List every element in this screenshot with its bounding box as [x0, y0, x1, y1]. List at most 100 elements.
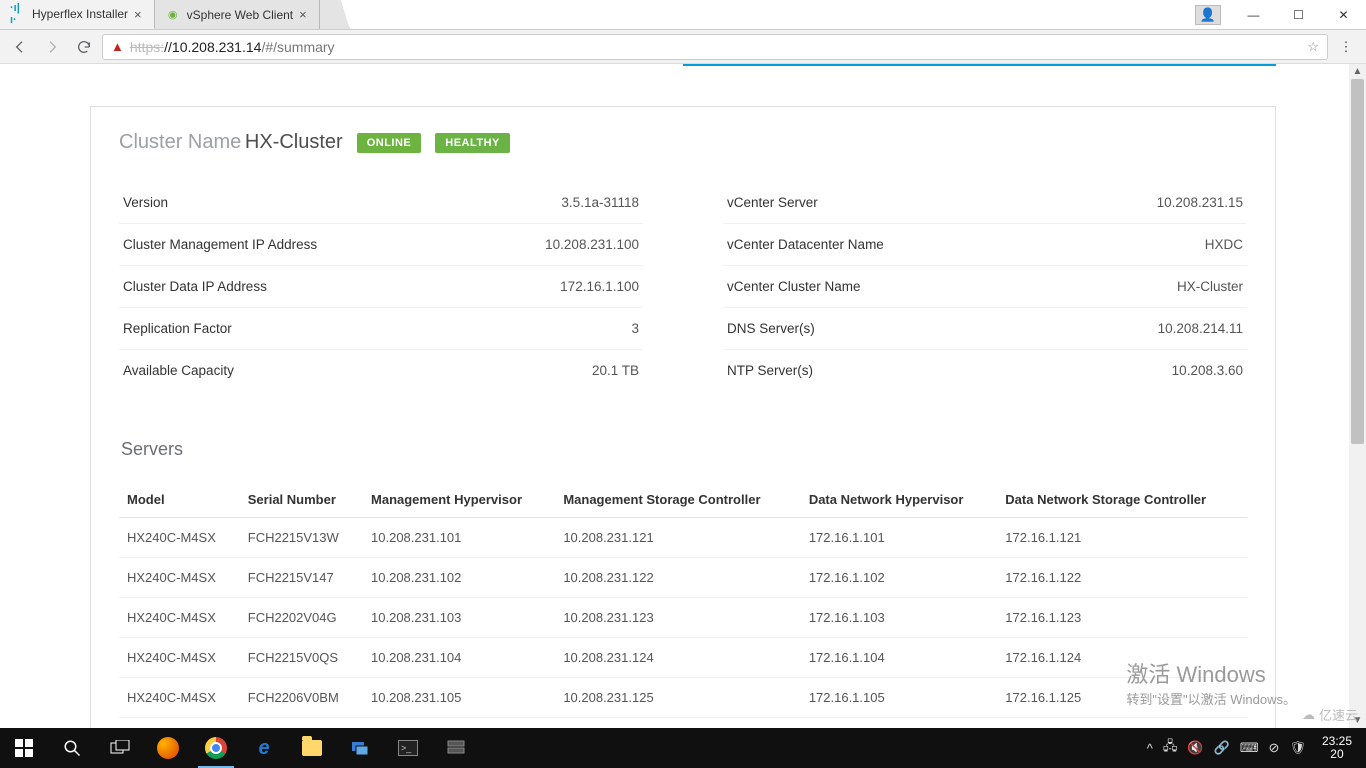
- taskbar-firefox[interactable]: [144, 728, 192, 768]
- cell: 10.208.231.104: [363, 638, 555, 678]
- cell: 172.16.1.102: [801, 558, 997, 598]
- taskbar-app-1[interactable]: [336, 728, 384, 768]
- cell: 10.208.231.102: [363, 558, 555, 598]
- link-icon[interactable]: 🔗: [1214, 740, 1230, 756]
- cisco-icon: ·ı|ı·: [10, 6, 26, 22]
- shield-icon[interactable]: 🛡: [1289, 740, 1306, 756]
- cell: 172.16.1.103: [801, 598, 997, 638]
- summary-key: NTP Server(s): [727, 363, 813, 378]
- cell: FCH2215V0QS: [240, 638, 363, 678]
- cell: 172.16.1.105: [801, 678, 997, 718]
- taskbar-cmd[interactable]: >_: [384, 728, 432, 768]
- column-header: Management Hypervisor: [363, 482, 555, 518]
- taskbar-ie[interactable]: e: [240, 728, 288, 768]
- close-icon[interactable]: ×: [299, 7, 307, 22]
- firefox-icon: [157, 737, 179, 759]
- summary-key: Version: [123, 195, 168, 210]
- bookmark-icon[interactable]: ☆: [1307, 39, 1319, 55]
- taskview-button[interactable]: [96, 728, 144, 768]
- browser-tab-strip: ·ı|ı· Hyperflex Installer × ◉ vSphere We…: [0, 0, 1366, 30]
- cell: HX240C-M4SX: [119, 678, 240, 718]
- block-icon[interactable]: ⊘: [1269, 740, 1280, 756]
- cell: 10.208.231.101: [363, 518, 555, 558]
- table-header-row: ModelSerial NumberManagement HypervisorM…: [119, 482, 1247, 518]
- system-tray[interactable]: ^ 🖧 🔇 🔗 ⌨ ⊘ 🛡 23:25 20: [1139, 735, 1366, 761]
- cell: HX240C-M4SX: [119, 558, 240, 598]
- url-input[interactable]: ▲ https://10.208.231.14/#/summary ☆: [102, 34, 1328, 60]
- tab-title: Hyperflex Installer: [32, 7, 128, 21]
- table-row: HX240C-M4SXFCH2202V04G10.208.231.10310.2…: [119, 598, 1247, 638]
- summary-key: vCenter Datacenter Name: [727, 237, 884, 252]
- summary-key: Cluster Data IP Address: [123, 279, 267, 294]
- column-header: Data Network Storage Controller: [997, 482, 1247, 518]
- volume-mute-icon[interactable]: 🔇: [1187, 740, 1203, 756]
- summary-row: Cluster Management IP Address 10.208.231.…: [119, 224, 643, 266]
- url-text: https://10.208.231.14/#/summary: [130, 39, 335, 55]
- close-icon[interactable]: ×: [134, 7, 142, 22]
- maximize-button[interactable]: ☐: [1276, 8, 1321, 22]
- arrow-left-icon: [12, 39, 28, 55]
- summary-row: vCenter Datacenter Name HXDC: [723, 224, 1247, 266]
- cell: 10.208.231.103: [363, 598, 555, 638]
- cell: HX240C-M4SX: [119, 518, 240, 558]
- tab-vsphere[interactable]: ◉ vSphere Web Client ×: [155, 0, 320, 29]
- reload-button[interactable]: [70, 33, 98, 61]
- scroll-up-icon[interactable]: ▲: [1349, 64, 1366, 79]
- menu-button[interactable]: ⋮: [1332, 33, 1360, 61]
- forward-button[interactable]: [38, 33, 66, 61]
- summary-value: HXDC: [1205, 237, 1243, 252]
- search-button[interactable]: [48, 728, 96, 768]
- window-controls: — ☐ ✕: [1231, 0, 1366, 29]
- folder-icon: [302, 740, 322, 756]
- chevron-up-icon[interactable]: ^: [1147, 741, 1153, 756]
- warning-icon: ▲: [111, 39, 124, 54]
- vsphere-icon: ◉: [165, 7, 181, 23]
- cell: HX240C-M4SX: [119, 598, 240, 638]
- health-badge: HEALTHY: [435, 133, 510, 153]
- keyboard-icon[interactable]: ⌨: [1240, 740, 1259, 756]
- taskview-icon: [110, 740, 130, 756]
- new-tab-button[interactable]: [320, 0, 350, 29]
- cloud-icon: ☁: [1302, 707, 1315, 723]
- reload-icon: [76, 39, 92, 55]
- summary-column-left: Version3.5.1a-31118Cluster Management IP…: [119, 182, 643, 391]
- back-button[interactable]: [6, 33, 34, 61]
- scroll-thumb[interactable]: [1351, 79, 1364, 444]
- close-button[interactable]: ✕: [1321, 8, 1366, 22]
- cell: 172.16.1.124: [997, 638, 1247, 678]
- start-button[interactable]: [0, 728, 48, 768]
- table-row: HX240C-M4SXFCH2215V13W10.208.231.10110.2…: [119, 518, 1247, 558]
- summary-value: 10.208.231.15: [1157, 195, 1243, 210]
- column-header: Data Network Hypervisor: [801, 482, 997, 518]
- cell: 10.208.231.124: [555, 638, 801, 678]
- address-bar: ▲ https://10.208.231.14/#/summary ☆ ⋮: [0, 30, 1366, 64]
- servers-table: ModelSerial NumberManagement HypervisorM…: [119, 482, 1247, 718]
- tab-hyperflex[interactable]: ·ı|ı· Hyperflex Installer ×: [0, 0, 155, 29]
- network-icon[interactable]: 🖧: [1163, 737, 1178, 759]
- brand-watermark: ☁亿速云: [1302, 705, 1358, 724]
- column-header: Model: [119, 482, 240, 518]
- summary-value: 10.208.231.100: [545, 237, 639, 252]
- summary-key: Cluster Management IP Address: [123, 237, 317, 252]
- ie-icon: e: [258, 737, 269, 760]
- cell: 10.208.231.105: [363, 678, 555, 718]
- summary-value: 10.208.214.11: [1158, 321, 1243, 336]
- user-icon[interactable]: 👤: [1195, 5, 1221, 25]
- minimize-button[interactable]: —: [1231, 8, 1276, 22]
- cell: 10.208.231.121: [555, 518, 801, 558]
- monitor-stack-icon: [350, 738, 370, 758]
- taskbar-app-2[interactable]: [432, 728, 480, 768]
- clock[interactable]: 23:25 20: [1316, 735, 1358, 761]
- summary-row: Cluster Data IP Address172.16.1.100: [119, 266, 643, 308]
- summary-row: NTP Server(s)10.208.3.60: [723, 350, 1247, 391]
- cluster-header: Cluster Name HX-Cluster ONLINE HEALTHY: [119, 131, 1247, 154]
- column-header: Management Storage Controller: [555, 482, 801, 518]
- taskbar-explorer[interactable]: [288, 728, 336, 768]
- scrollbar[interactable]: ▲ ▼: [1349, 64, 1366, 728]
- summary-key: Available Capacity: [123, 363, 234, 378]
- cell: HX240C-M4SX: [119, 638, 240, 678]
- taskbar-chrome[interactable]: [192, 728, 240, 768]
- summary-row: vCenter Cluster NameHX-Cluster: [723, 266, 1247, 308]
- cluster-label: Cluster Name HX-Cluster: [119, 131, 343, 154]
- summary-row: Available Capacity20.1 TB: [119, 350, 643, 391]
